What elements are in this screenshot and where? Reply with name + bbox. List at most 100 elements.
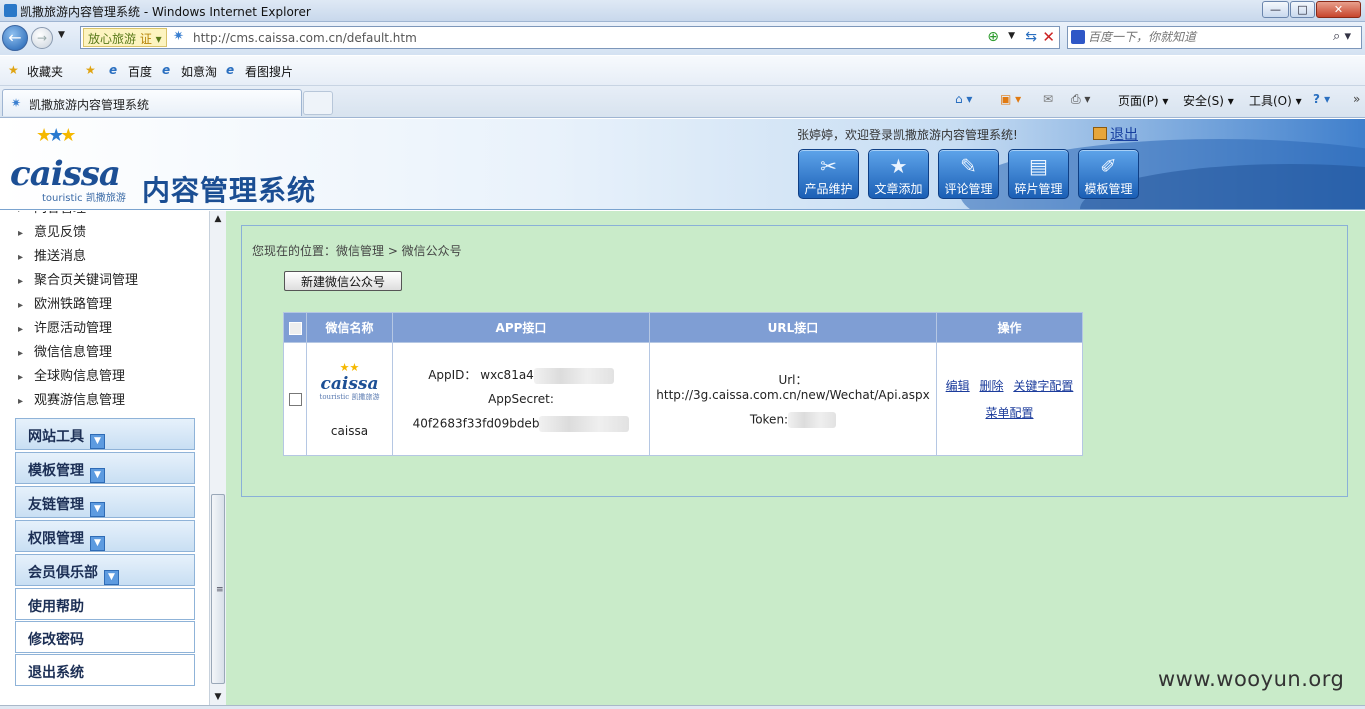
site-favicon-icon: ✷ (11, 96, 22, 110)
sidebar-subitem-wechat[interactable]: 微信信息管理 (16, 341, 194, 366)
minimize-button[interactable]: — (1262, 1, 1289, 18)
stop-icon[interactable]: ✕ (1042, 28, 1055, 46)
sidebar-subitem[interactable]: 推送消息 (16, 245, 194, 270)
sidebar: 问答管理 意见反馈 推送消息 聚合页关键词管理 欧洲铁路管理 许愿活动管理 微信… (0, 211, 210, 705)
caissa-logo-sub: touristic 凯撒旅游 (42, 193, 126, 204)
address-bar[interactable]: 放心旅游 证 ▾ ✷ http://cms.caissa.com.cn/defa… (80, 26, 1060, 49)
new-wechat-account-button[interactable]: 新建微信公众号 (284, 271, 402, 291)
scrollbar-thumb[interactable]: ≡ (211, 494, 225, 684)
search-icon[interactable]: ⌕ ▾ (1333, 29, 1351, 44)
browser-tab-active[interactable]: ✷ 凯撒旅游内容管理系统 (2, 89, 302, 116)
sidebar-subitem[interactable]: 许愿活动管理 (16, 317, 194, 342)
safety-menu[interactable]: 安全(S) ▾ (1183, 92, 1234, 109)
sidebar-subitem[interactable]: 意见反馈 (16, 221, 194, 246)
mail-icon[interactable]: ✉ (1043, 92, 1053, 106)
favorites-bar: ★ 收藏夹 ★ e 百度 e 如意淘 e 看图搜片 (0, 56, 1365, 86)
address-dropdown-icon[interactable]: ▼ (1008, 31, 1015, 41)
welcome-message: 张婷婷，欢迎登录凯撒旅游内容管理系统! (797, 128, 1018, 142)
table-row: ★★ caissa touristic 凯撒旅游 caissa AppID： wx… (283, 342, 1083, 456)
star-add-icon: ★ (889, 154, 908, 178)
delete-link[interactable]: 删除 (979, 379, 1003, 393)
trust-badge: 放心旅游 证 ▾ (83, 28, 167, 47)
ie-page-icon: e (226, 63, 235, 77)
fav-link-kantu[interactable]: 看图搜片 (245, 63, 293, 80)
redacted-blur (539, 415, 630, 432)
select-all-checkbox[interactable] (288, 321, 302, 335)
module-button-product[interactable]: ✂ 产品维护 (798, 149, 859, 199)
sidebar-subitem[interactable]: 欧洲铁路管理 (16, 293, 194, 318)
favorites-label[interactable]: 收藏夹 (27, 63, 63, 80)
sidebar-menu-permissions[interactable]: 权限管理 ▼ (15, 520, 195, 552)
sidebar-menu-site-tools[interactable]: 网站工具 ▼ (15, 418, 195, 450)
scroll-up-icon[interactable]: ▲ (210, 211, 226, 227)
sidebar-menu-logout[interactable]: 退出系统 (15, 654, 195, 686)
url-interface-cell: Url： http://3g.caissa.com.cn/new/Wechat/… (649, 342, 937, 456)
navigation-bar: ← → ▼ 放心旅游 证 ▾ ✷ http://cms.caissa.com.c… (0, 22, 1365, 55)
chevron-down-icon: ▼ (90, 502, 105, 517)
add-favorite-icon[interactable]: ★ (85, 63, 96, 77)
appid-value: wxc81a4 (480, 368, 534, 383)
token-label: Token: (749, 412, 789, 426)
redacted-blur (788, 411, 837, 428)
search-input[interactable] (1088, 30, 1328, 44)
fav-link-baidu[interactable]: 百度 (128, 63, 152, 80)
module-button-article[interactable]: ★ 文章添加 (868, 149, 929, 199)
chevron-more-icon[interactable]: » (1353, 92, 1360, 106)
template-icon: ✐ (1100, 154, 1117, 178)
chevron-down-icon: ▼ (90, 468, 105, 483)
forward-button[interactable]: → (31, 27, 53, 49)
baidu-icon (1071, 30, 1085, 44)
favorites-star-icon[interactable]: ★ (8, 63, 19, 77)
row-select-cell (283, 342, 307, 456)
chevron-down-icon: ▼ (104, 570, 119, 585)
sidebar-menu-club[interactable]: 会员俱乐部 ▼ (15, 554, 195, 586)
sidebar-subitem[interactable]: 聚合页关键词管理 (16, 269, 194, 294)
print-icon[interactable]: ⎙ ▾ (1071, 92, 1090, 107)
refresh-icon[interactable]: ⇆ (1025, 29, 1037, 45)
module-button-template[interactable]: ✐ 模板管理 (1078, 149, 1139, 199)
page-menu[interactable]: 页面(P) ▾ (1118, 92, 1168, 109)
caissa-stars-logo-icon: ★★ (339, 360, 360, 374)
fav-link-ruyitao[interactable]: 如意淘 (181, 63, 217, 80)
sidebar-scrollbar[interactable]: ▲ ≡ ▼ (209, 211, 226, 705)
back-button[interactable]: ← (2, 25, 28, 51)
column-header: 微信名称 (306, 312, 393, 343)
system-title: 内容管理系统 (142, 174, 317, 207)
sidebar-menu-templates[interactable]: 模板管理 ▼ (15, 452, 195, 484)
keyword-config-link[interactable]: 关键字配置 (1013, 379, 1073, 393)
maximize-button[interactable]: □ (1290, 1, 1315, 18)
sidebar-subitem[interactable]: 全球购信息管理 (16, 365, 194, 390)
wechat-name: caissa (330, 423, 369, 438)
module-button-fragment[interactable]: ▤ 碎片管理 (1008, 149, 1069, 199)
cms-header: ★★★ caissa touristic 凯撒旅游 内容管理系统 张婷婷，欢迎登… (0, 119, 1365, 210)
edit-link[interactable]: 编辑 (946, 379, 970, 393)
tab-title: 凯撒旅游内容管理系统 (29, 98, 150, 112)
sidebar-menu-change-password[interactable]: 修改密码 (15, 621, 195, 653)
scroll-down-icon[interactable]: ▼ (210, 689, 226, 705)
new-tab-button[interactable] (303, 91, 333, 115)
submenu-list: 问答管理 意见反馈 推送消息 聚合页关键词管理 欧洲铁路管理 许愿活动管理 微信… (16, 211, 194, 414)
menu-config-link[interactable]: 菜单配置 (985, 406, 1033, 420)
url-text[interactable]: http://cms.caissa.com.cn/default.htm (193, 31, 417, 45)
content-panel: 您现在的位置：微信管理 > 微信公众号 新建微信公众号 微信名称 APP接口 U… (241, 225, 1348, 497)
history-dropdown-icon[interactable]: ▼ (58, 30, 65, 40)
row-checkbox[interactable] (288, 393, 302, 406)
close-button[interactable]: ✕ (1316, 1, 1361, 18)
sidebar-menu-help[interactable]: 使用帮助 (15, 588, 195, 620)
logout-link[interactable]: 退出 (1093, 124, 1138, 144)
appsecret-value: 40f2683f33fd09bdeb (412, 416, 540, 431)
sidebar-subitem[interactable]: 问答管理 (16, 211, 194, 222)
column-header: 操作 (936, 312, 1083, 343)
help-menu[interactable]: ? ▾ (1313, 92, 1330, 106)
sidebar-menu-links[interactable]: 友链管理 ▼ (15, 486, 195, 518)
tab-bar: ✷ 凯撒旅游内容管理系统 ⌂ ▾ ▣ ▾ ✉ ⎙ ▾ 页面(P) ▾ 安全(S)… (0, 86, 1365, 118)
search-box[interactable]: ⌕ ▾ (1067, 26, 1362, 49)
tools-menu[interactable]: 工具(O) ▾ (1249, 92, 1302, 109)
compat-view-icon[interactable]: ⊕ (987, 29, 999, 45)
home-icon[interactable]: ⌂ ▾ (955, 92, 972, 106)
feeds-icon[interactable]: ▣ ▾ (1000, 92, 1021, 106)
caissa-stars-logo-icon: ★★★ (36, 125, 76, 146)
sidebar-subitem[interactable]: 观赛游信息管理 (16, 389, 194, 414)
module-button-comment[interactable]: ✎ 评论管理 (938, 149, 999, 199)
ie-page-icon: e (109, 63, 118, 77)
